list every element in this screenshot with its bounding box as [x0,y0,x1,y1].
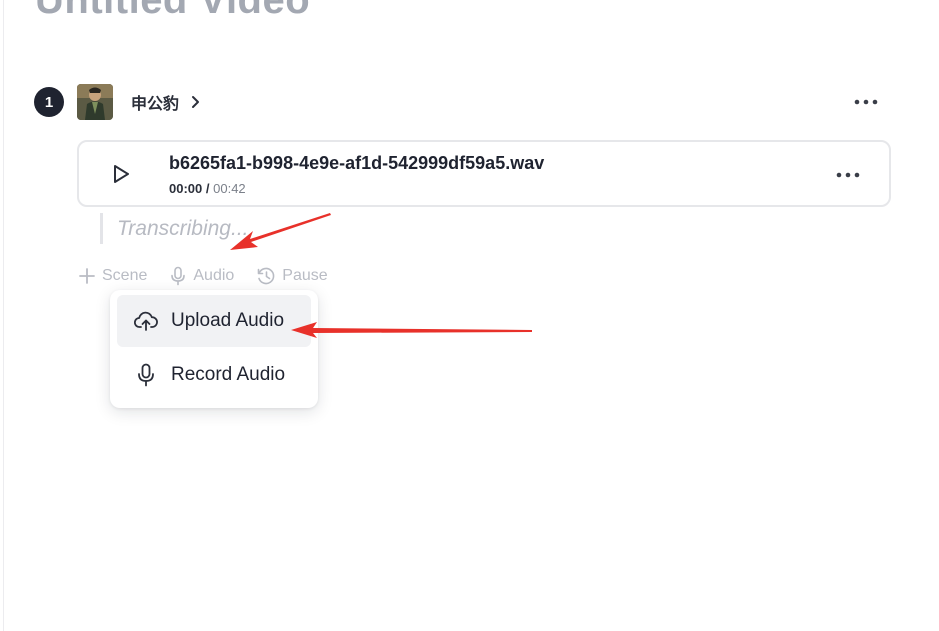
audio-label: Audio [193,267,235,284]
cloud-upload-icon [134,309,158,333]
current-time: 00:00 [169,181,203,196]
scene-more-icon[interactable] [852,90,880,114]
add-scene-label: Scene [102,267,148,284]
total-time: 00:42 [213,181,246,196]
audio-more-icon[interactable] [834,163,862,187]
upload-audio-menu-item[interactable]: Upload Audio [117,295,311,347]
plus-icon [79,268,95,284]
annotation-arrow-upload [291,322,532,338]
chevron-right-icon[interactable] [191,95,201,109]
speaker-avatar[interactable] [77,84,113,120]
upload-audio-label: Upload Audio [171,310,285,331]
record-audio-label: Record Audio [171,364,286,385]
scene-action-row: Scene Audio Pause [78,264,350,288]
record-audio-menu-item[interactable]: Record Audio [117,349,311,401]
pause-button[interactable]: Pause [256,266,328,286]
audio-dropdown-menu: Upload Audio Record Audio [110,290,318,408]
video-title[interactable]: Untitled Video [35,0,310,23]
add-scene-button[interactable]: Scene [78,267,147,285]
time-separator: / [205,181,210,196]
audio-file-name: b6265fa1-b998-4e9e-af1d-542999df59a5.wav [169,153,545,173]
speaker-name[interactable]: 申公豹 [131,90,179,114]
audio-clip-card: b6265fa1-b998-4e9e-af1d-542999df59a5.wav… [77,140,891,207]
scene-header: 1 申公豹 [34,84,201,120]
transcript-status: Transcribing... [117,216,249,240]
editor-page: Untitled Video 1 申公豹 b6265fa1-b998-4e9e-… [3,0,939,631]
play-icon[interactable] [109,162,133,186]
avatar-figure-icon [77,84,113,120]
transcript-block[interactable]: Transcribing... [100,213,249,244]
scene-number-badge: 1 [34,87,64,117]
clock-history-icon [257,267,275,285]
audio-time-readout: 00:00 / 00:42 [169,181,246,196]
microphone-icon [171,266,186,286]
microphone-icon [134,363,158,387]
pause-label: Pause [282,267,328,284]
audio-button[interactable]: Audio [169,266,234,286]
